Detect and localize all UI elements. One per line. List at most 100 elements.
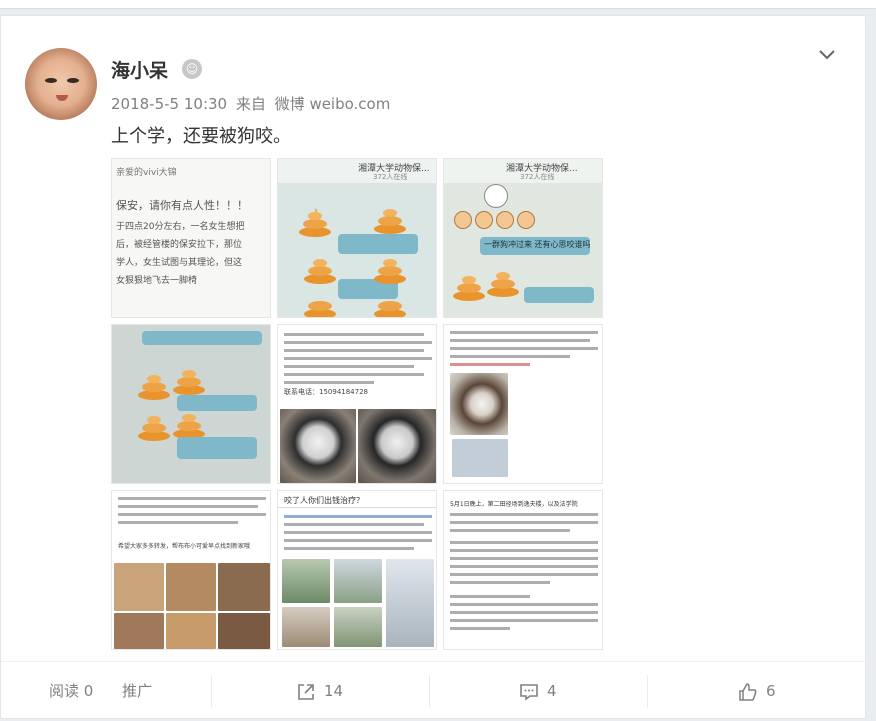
- note-title: 亲爱的vivi大锦: [116, 168, 177, 178]
- divider: [647, 675, 648, 708]
- poop-emoji-icon: [173, 370, 205, 395]
- text-line: [450, 595, 530, 598]
- divider: [429, 675, 430, 708]
- chat-screenshot-photo: [452, 439, 508, 477]
- text-line: [450, 565, 598, 568]
- text-line: [450, 573, 598, 576]
- text-line: [450, 521, 598, 524]
- text-line: [284, 365, 414, 368]
- chat-bubble: [524, 287, 594, 303]
- text-line: [450, 347, 598, 350]
- thumbs-up-icon: [739, 682, 757, 701]
- text-line: [450, 611, 598, 614]
- image-chat-screenshot-3[interactable]: [111, 324, 271, 484]
- post-question: 咬了人你们出钱治疗？: [284, 496, 364, 505]
- image-chat-screenshot-2[interactable]: 湘潭大学动物保... 372人在线 一群狗冲过来 还有心思咬谁吗: [443, 158, 603, 318]
- chat-bubble: [142, 331, 262, 345]
- text-line: [450, 355, 570, 358]
- text-line: [284, 547, 414, 550]
- text-line: [118, 497, 266, 500]
- comment-button[interactable]: 4: [519, 662, 557, 721]
- divider: [211, 675, 212, 708]
- previous-card-edge: [0, 0, 876, 9]
- image-dog-photos-collage[interactable]: 希望大家多多转发，帮布布小可爱早点找到新家哦: [111, 490, 271, 650]
- chat-bubble-text: 一群狗冲过来 还有心思咬谁吗: [484, 240, 591, 249]
- dog-photo: [218, 613, 270, 649]
- image-dog-notice[interactable]: [443, 324, 603, 484]
- note-line: 于四点20分左右，一名女生想把: [116, 222, 245, 232]
- text-line: [450, 541, 598, 544]
- weibo-post-card: 海小呆 ☺ 2018-5-5 10:30 来自 微博 weibo.com 上个学…: [0, 15, 867, 721]
- dog-photo: [114, 613, 164, 649]
- post-date[interactable]: 2018-5-5 10:30: [111, 95, 227, 113]
- text-line: [450, 363, 530, 366]
- poop-emoji-icon: [138, 416, 170, 441]
- text-line: [284, 341, 432, 344]
- avatar-mouth: [56, 95, 68, 101]
- post-meta: 2018-5-5 10:30 来自 微博 weibo.com: [111, 93, 394, 114]
- comment-icon: [520, 683, 538, 701]
- dog-photo: [358, 409, 436, 483]
- image-chat-screenshot-1[interactable]: 湘潭大学动物保... 372人在线: [277, 158, 437, 318]
- from-label: 来自: [235, 95, 266, 113]
- poop-emoji-icon: [487, 272, 519, 297]
- poop-emoji-icon: [453, 276, 485, 301]
- dog-photo: [450, 373, 508, 435]
- read-count: 阅读 0: [49, 662, 93, 721]
- share-button[interactable]: 14: [296, 662, 343, 721]
- avatar[interactable]: [25, 48, 97, 120]
- dog-photo: [280, 409, 356, 483]
- emoji-row: [454, 211, 594, 229]
- text-line: [118, 521, 238, 524]
- poop-emoji-icon: [374, 301, 406, 317]
- text-line: [450, 557, 598, 560]
- text-line: [284, 539, 432, 542]
- text-line: [450, 339, 590, 342]
- post-source[interactable]: 微博 weibo.com: [275, 95, 391, 113]
- poop-emoji-icon: [374, 209, 406, 234]
- text-line: [284, 515, 432, 518]
- text-line: [284, 531, 432, 534]
- username[interactable]: 海小呆: [111, 56, 168, 83]
- dog-photo: [114, 563, 164, 611]
- text-line: [118, 513, 266, 516]
- note-line: 保安，请你有点人性！！！: [116, 199, 248, 212]
- promote-button[interactable]: 推广: [122, 662, 152, 721]
- robot-badge-icon[interactable]: ☺: [182, 59, 202, 79]
- share-count: 14: [324, 682, 344, 700]
- scene-photo: [282, 607, 330, 647]
- image-handwritten-note[interactable]: 亲爱的vivi大锦 保安，请你有点人性！！！ 于四点20分左右，一名女生想把 后…: [111, 158, 271, 318]
- note-line: 女狠狠地飞去一脚椅: [116, 276, 198, 286]
- text-line: [450, 513, 598, 516]
- notice-head: 5月1日晚上，第二田径场到逸夫楼，以及法学院: [450, 501, 578, 508]
- scene-photo: [334, 559, 382, 603]
- image-dog-adoption-post[interactable]: 联系电话：15094184728: [277, 324, 437, 484]
- chat-bubble: [338, 234, 418, 254]
- divider: [278, 507, 436, 508]
- poop-emoji-icon: [374, 259, 406, 284]
- share-icon: [298, 683, 314, 700]
- dog-photo: [218, 563, 270, 611]
- image-safety-notice[interactable]: 5月1日晚上，第二田径场到逸夫楼，以及法学院: [443, 490, 603, 650]
- face-emoji-icon: [484, 184, 508, 208]
- text-line: [284, 373, 424, 376]
- dog-photo: [166, 563, 216, 611]
- read-value: 0: [83, 682, 94, 700]
- text-line: [450, 549, 598, 552]
- chevron-down-icon[interactable]: [817, 44, 837, 64]
- image-social-post[interactable]: 咬了人你们出钱治疗？: [277, 490, 437, 650]
- poop-emoji-icon: [173, 414, 205, 439]
- comment-count: 4: [547, 682, 557, 700]
- chat-bubble: [177, 437, 257, 459]
- chat-screenshot-photo: [386, 559, 434, 647]
- text-line: [284, 333, 424, 336]
- post-action-bar: 阅读 0 推广 14 4 6: [1, 661, 867, 721]
- text-line: [284, 381, 374, 384]
- avatar-eye: [67, 78, 79, 83]
- text-line: [450, 627, 510, 630]
- avatar-eye: [45, 78, 57, 83]
- chat-header-sub: 372人在线: [520, 173, 555, 181]
- like-button[interactable]: 6: [738, 662, 776, 721]
- text-line: [450, 529, 570, 532]
- text-line: [284, 523, 424, 526]
